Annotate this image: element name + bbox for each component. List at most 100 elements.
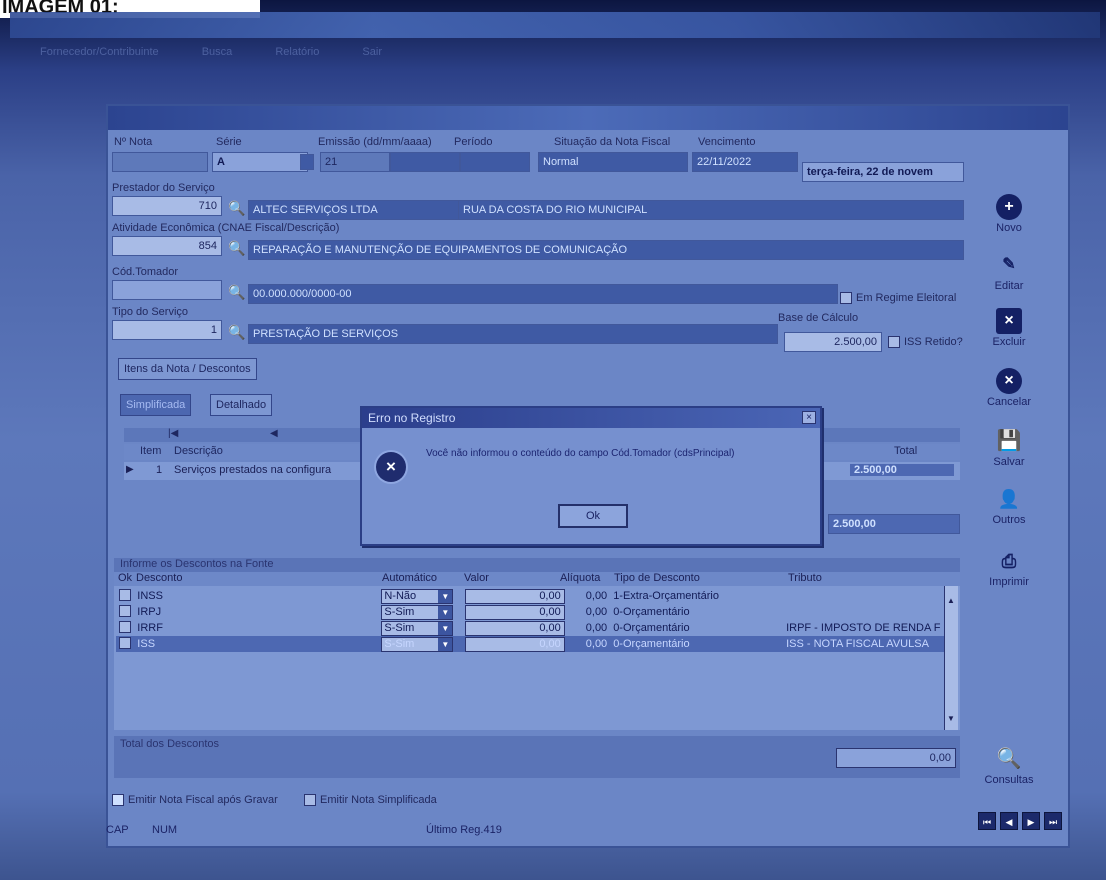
tipo-label: Tipo do Serviço <box>112 306 189 318</box>
imprimir-label: Imprimir <box>989 576 1029 588</box>
table-row[interactable]: ISS S-Sim ▼ 0,00 0,00 0-Orçamentário ISS … <box>116 636 956 652</box>
salvar-button[interactable]: 💾 Salvar <box>974 428 1044 488</box>
next-record-icon[interactable]: ▶ <box>1022 812 1040 830</box>
table-row[interactable]: IRPJ S-Sim ▼ 0,00 0,00 0-Orçamentário <box>116 604 956 620</box>
serie-field[interactable]: A <box>212 152 308 172</box>
atividade-code-field[interactable]: 854 <box>112 236 222 256</box>
table-row[interactable]: INSS N-Não ▼ 0,00 0,00 1-Extra-Orçamentár… <box>116 588 956 604</box>
descontos-scrollbar[interactable]: ▲ ▼ <box>944 586 958 730</box>
printer-icon: ⎙ <box>1001 551 1017 571</box>
regime-eleitoral-checkbox[interactable] <box>840 292 852 304</box>
dialog-message: Você não informou o conteúdo do campo Có… <box>426 448 735 459</box>
nav-prev-icon[interactable]: ◀ <box>270 428 278 439</box>
toolbar-item-relatorio[interactable]: Relatório <box>275 46 319 58</box>
emissao-date-field[interactable] <box>390 152 460 172</box>
descontos-grid-header: Ok Desconto Automático Valor Alíquota Ti… <box>114 572 960 586</box>
row-item-cell: 1 <box>156 464 163 476</box>
col-desc-header: Descrição <box>174 445 223 457</box>
aliquota-cell: 0,00 <box>585 590 608 602</box>
tab-simplificada[interactable]: Simplificada <box>120 394 192 416</box>
status-num: NUM <box>152 824 178 836</box>
col-tributo-header: Tributo <box>788 572 822 584</box>
outros-button[interactable]: 👤 Outros <box>974 486 1044 546</box>
tomador-doc-field: 00.000.000/0000-00 <box>248 284 838 304</box>
toolbar-item-fornecedor[interactable]: Fornecedor/Contribuinte <box>40 46 159 58</box>
automatico-select[interactable]: S-Sim ▼ <box>381 620 454 636</box>
descontos-section-header: Informe os Descontos na Fonte <box>114 558 960 572</box>
tab-detalhado[interactable]: Detalhado <box>210 394 273 416</box>
regime-eleitoral-label: Em Regime Eleitoral <box>856 292 957 304</box>
tab-itens-descontos[interactable]: Itens da Nota / Descontos <box>118 358 257 380</box>
chevron-down-icon[interactable]: ▼ <box>438 605 453 619</box>
emitir-nota-checkbox[interactable] <box>112 794 124 806</box>
emissao-label: Emissão (dd/mm/aaaa) <box>318 136 432 148</box>
valor-field[interactable]: 0,00 <box>464 636 565 652</box>
first-record-icon[interactable]: ⏮ <box>978 812 996 830</box>
novo-button[interactable]: + Novo <box>974 194 1044 254</box>
tipo-search-icon[interactable]: 🔍 <box>228 324 245 340</box>
emitir-nota-label: Emitir Nota Fiscal após Gravar <box>128 794 278 806</box>
excluir-button[interactable]: × Excluir <box>974 308 1044 368</box>
tipo-code-field[interactable]: 1 <box>112 320 222 340</box>
nota-field[interactable] <box>112 152 208 172</box>
atividade-search-icon[interactable]: 🔍 <box>228 240 245 256</box>
prestador-search-icon[interactable]: 🔍 <box>228 200 245 216</box>
valor-field[interactable]: 0,00 <box>464 604 565 620</box>
atividade-desc-field: REPARAÇÃO E MANUTENÇÃO DE EQUIPAMENTOS D… <box>248 240 964 260</box>
ok-button[interactable]: Ok <box>558 504 628 528</box>
periodo-field[interactable] <box>460 152 530 172</box>
tributo-cell <box>783 588 956 604</box>
chevron-down-icon[interactable]: ▼ <box>438 621 453 635</box>
automatico-select[interactable]: S-Sim ▼ <box>381 636 454 652</box>
base-calculo-field[interactable]: 2.500,00 <box>784 332 882 352</box>
toolbar-item-sair[interactable]: Sair <box>362 46 382 58</box>
valor-field[interactable]: 0,00 <box>464 620 565 636</box>
cancelar-button[interactable]: × Cancelar <box>974 368 1044 428</box>
automatico-value: S-Sim <box>384 621 415 634</box>
plus-icon: + <box>996 194 1022 220</box>
nav-first-icon[interactable]: |◀ <box>168 428 178 439</box>
imprimir-button[interactable]: ⎙ Imprimir <box>974 548 1044 608</box>
emissao-field[interactable]: 21 <box>320 152 390 172</box>
total-descontos-label: Total dos Descontos <box>120 738 220 750</box>
row-checkbox[interactable] <box>119 604 131 617</box>
tipo-cell: 0-Orçamentário <box>613 622 690 634</box>
tomador-label: Cód.Tomador <box>112 266 179 278</box>
toolbar-item-busca[interactable]: Busca <box>202 46 233 58</box>
row-checkbox[interactable] <box>119 620 131 633</box>
dialog-titlebar: Erro no Registro × <box>362 408 820 428</box>
consultas-button[interactable]: 🔍 Consultas <box>974 746 1044 806</box>
date-long-display: terça-feira, 22 de novem <box>802 162 964 182</box>
emitir-simplificada-checkbox[interactable] <box>304 794 316 806</box>
emitir-simplificada-label: Emitir Nota Simplificada <box>320 794 437 806</box>
iss-retido-checkbox[interactable] <box>888 336 900 348</box>
table-row[interactable]: IRRF S-Sim ▼ 0,00 0,00 0-Orçamentário IRP… <box>116 620 956 636</box>
items-total-field: 2.500,00 <box>828 514 960 534</box>
close-icon[interactable]: × <box>802 411 816 424</box>
last-record-icon[interactable]: ⏭ <box>1044 812 1062 830</box>
prestador-code-field[interactable]: 710 <box>112 196 222 216</box>
vencimento-field[interactable]: 22/11/2022 <box>692 152 798 172</box>
automatico-select[interactable]: S-Sim ▼ <box>381 604 454 620</box>
prestador-extra-field: RUA DA COSTA DO RIO MUNICIPAL <box>458 200 964 220</box>
desconto-name: IRRF <box>137 622 163 634</box>
scroll-down-icon[interactable]: ▼ <box>947 714 955 723</box>
chevron-down-icon[interactable]: ▼ <box>438 637 453 651</box>
prev-record-icon[interactable]: ◀ <box>1000 812 1018 830</box>
row-checkbox[interactable] <box>119 636 131 649</box>
salvar-label: Salvar <box>993 456 1025 468</box>
chevron-down-icon[interactable]: ▼ <box>438 589 453 603</box>
tomador-code-field[interactable] <box>112 280 222 300</box>
valor-field[interactable]: 0,00 <box>464 588 565 604</box>
row-checkbox[interactable] <box>119 588 131 601</box>
automatico-select[interactable]: N-Não ▼ <box>381 588 454 604</box>
aliquota-cell: 0,00 <box>585 622 608 634</box>
tomador-search-icon[interactable]: 🔍 <box>228 284 245 300</box>
serie-dropdown-icon[interactable] <box>300 154 314 170</box>
excluir-label: Excluir <box>992 336 1026 348</box>
editar-button[interactable]: ✎ Editar <box>974 252 1044 312</box>
delete-icon: × <box>996 308 1022 334</box>
situacao-field[interactable]: Normal <box>538 152 688 172</box>
scroll-up-icon[interactable]: ▲ <box>947 596 955 605</box>
dialog-title: Erro no Registro <box>368 411 456 425</box>
